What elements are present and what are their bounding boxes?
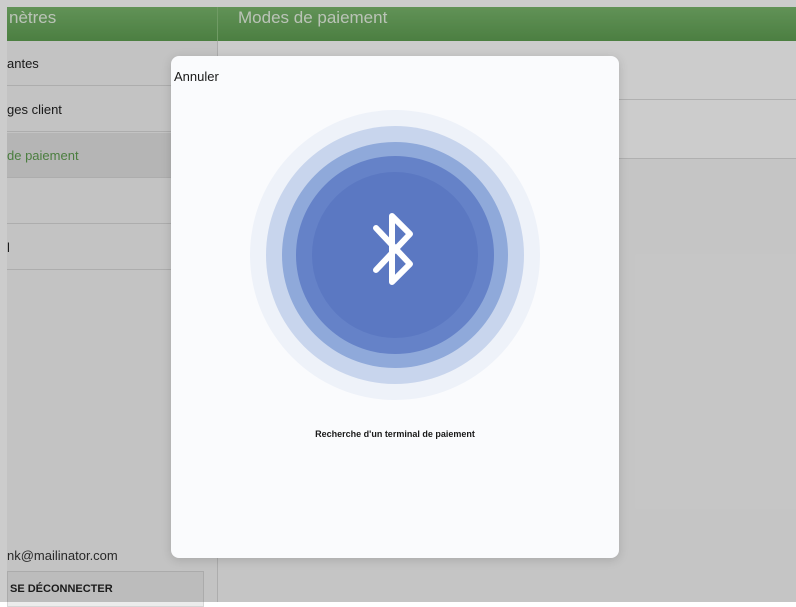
search-status-text: Recherche d'un terminal de paiement [315,429,475,439]
bluetooth-icon [373,213,413,285]
bluetooth-search-animation [250,110,540,400]
cancel-button[interactable]: Annuler [174,69,219,84]
terminal-search-modal: Annuler Recherche d'un terminal de paiem… [171,56,619,558]
